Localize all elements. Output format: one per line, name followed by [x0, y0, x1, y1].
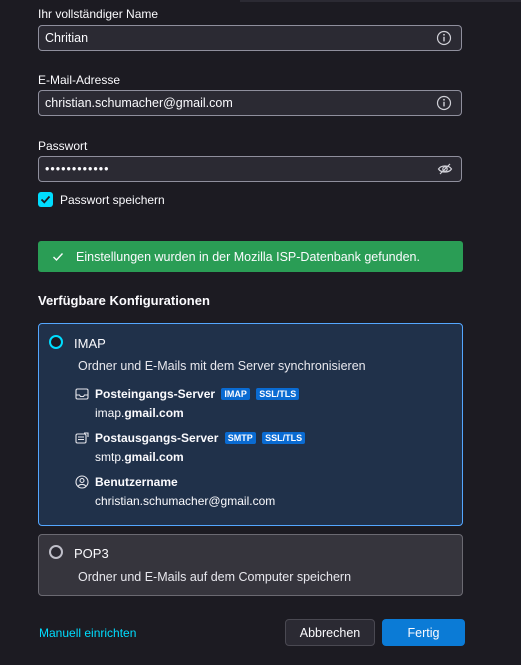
security-badge: SSL/TLS [256, 388, 300, 400]
info-icon[interactable] [436, 30, 452, 46]
incoming-host-domain: gmail.com [124, 406, 184, 420]
security-badge: SSL/TLS [262, 432, 306, 444]
success-message: Einstellungen wurden in der Mozilla ISP-… [76, 249, 420, 264]
incoming-server-title: Posteingangs-Server IMAP SSL/TLS [95, 387, 300, 401]
password-field[interactable] [38, 156, 462, 182]
outgoing-host-prefix: smtp. [95, 450, 125, 464]
remember-password-label[interactable]: Passwort speichern [60, 193, 165, 207]
username-value: christian.schumacher@gmail.com [95, 494, 276, 508]
top-divider [0, 0, 521, 3]
success-notification: Einstellungen wurden in der Mozilla ISP-… [38, 241, 463, 272]
name-label: Ihr vollständiger Name [38, 7, 159, 21]
imap-description: Ordner und E-Mails mit dem Server synchr… [78, 359, 366, 373]
checkmark-icon [40, 195, 51, 204]
email-field[interactable] [38, 90, 462, 116]
eye-slash-icon[interactable] [437, 161, 453, 177]
pop3-description: Ordner und E-Mails auf dem Computer spei… [78, 570, 352, 584]
outgoing-server-label: Postausgangs-Server [95, 431, 219, 445]
name-field[interactable] [38, 25, 462, 51]
outgoing-server-host: smtp.gmail.com [95, 450, 184, 464]
pop3-config-card[interactable]: POP3 Ordner und E-Mails auf dem Computer… [38, 534, 463, 596]
incoming-server-host: imap.gmail.com [95, 406, 184, 420]
outgoing-host-domain: gmail.com [124, 450, 184, 464]
info-icon[interactable] [436, 95, 452, 111]
password-label: Passwort [38, 139, 88, 153]
outbox-icon [75, 432, 89, 444]
cancel-button[interactable]: Abbrechen [285, 619, 375, 646]
protocol-badge: IMAP [221, 388, 250, 400]
incoming-host-prefix: imap. [95, 406, 125, 420]
manual-setup-link[interactable]: Manuell einrichten [39, 626, 136, 640]
user-icon [75, 475, 89, 489]
remember-password-checkbox[interactable] [38, 192, 53, 207]
email-label: E-Mail-Adresse [38, 73, 121, 87]
imap-config-card[interactable]: IMAP Ordner und E-Mails mit dem Server s… [38, 323, 463, 526]
username-title: Benutzername [95, 475, 178, 489]
inbox-icon [75, 388, 89, 400]
outgoing-server-title: Postausgangs-Server SMTP SSL/TLS [95, 431, 306, 445]
checkmark-icon [53, 252, 64, 261]
pop3-radio[interactable] [49, 545, 63, 559]
imap-radio[interactable] [49, 335, 63, 349]
imap-label: IMAP [74, 336, 106, 351]
pop3-label: POP3 [74, 546, 109, 561]
done-button[interactable]: Fertig [382, 619, 465, 646]
protocol-badge: SMTP [224, 432, 256, 444]
section-title: Verfügbare Konfigurationen [38, 293, 210, 308]
incoming-server-label: Posteingangs-Server [95, 387, 216, 401]
